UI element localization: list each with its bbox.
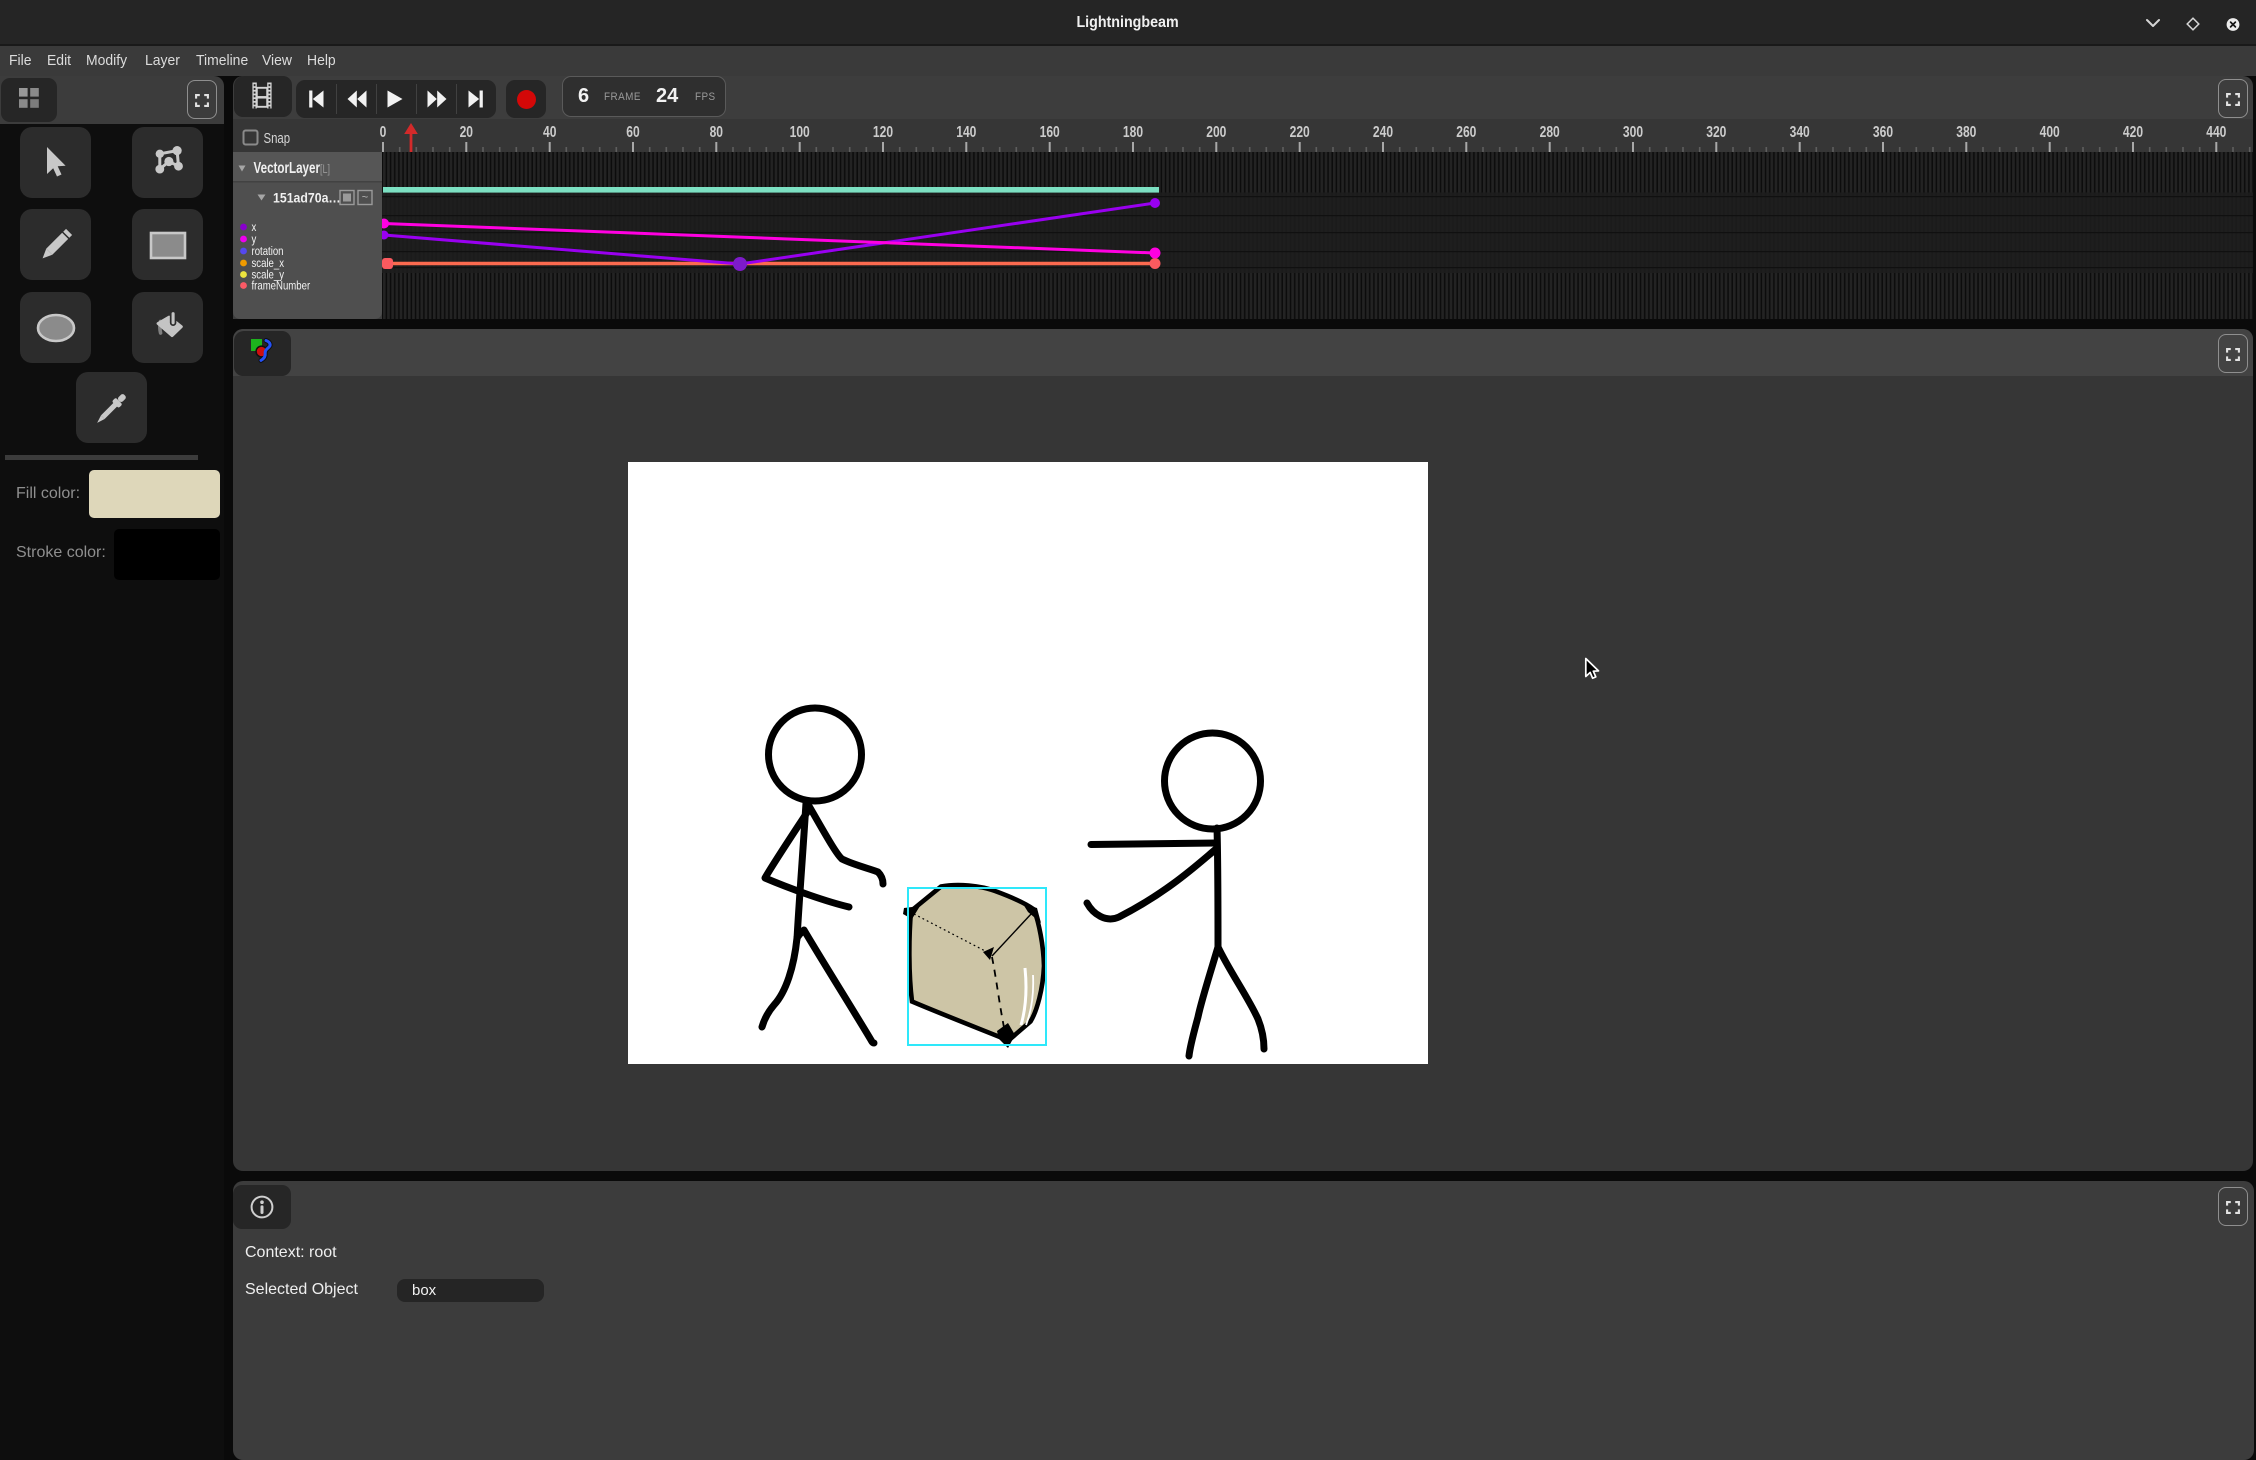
svg-text:140: 140 [956, 123, 976, 141]
svg-text:280: 280 [1540, 123, 1560, 141]
svg-text:120: 120 [873, 123, 893, 141]
svg-text:151ad70a…: 151ad70a… [273, 190, 341, 206]
svg-text:300: 300 [1623, 123, 1643, 141]
svg-text:440: 440 [2206, 123, 2226, 141]
svg-text:40: 40 [543, 123, 557, 141]
svg-text:240: 240 [1373, 123, 1393, 141]
svg-text:80: 80 [710, 123, 724, 141]
svg-text:160: 160 [1040, 123, 1060, 141]
svg-text:380: 380 [1956, 123, 1976, 141]
svg-text:320: 320 [1706, 123, 1726, 141]
svg-text:400: 400 [2040, 123, 2060, 141]
svg-text:360: 360 [1873, 123, 1893, 141]
svg-text:220: 220 [1290, 123, 1310, 141]
svg-text:VectorLayer[L]: VectorLayer[L] [254, 159, 331, 176]
svg-text:100: 100 [790, 123, 810, 141]
svg-text:Snap: Snap [264, 129, 291, 146]
svg-text:0: 0 [380, 123, 387, 141]
svg-text:420: 420 [2123, 123, 2143, 141]
svg-text:340: 340 [1790, 123, 1810, 141]
svg-text:260: 260 [1456, 123, 1476, 141]
svg-text:frameNumber: frameNumber [252, 280, 311, 293]
svg-text:~: ~ [362, 192, 368, 204]
svg-text:200: 200 [1206, 123, 1226, 141]
svg-text:60: 60 [626, 123, 640, 141]
svg-text:20: 20 [460, 123, 474, 141]
svg-text:180: 180 [1123, 123, 1143, 141]
